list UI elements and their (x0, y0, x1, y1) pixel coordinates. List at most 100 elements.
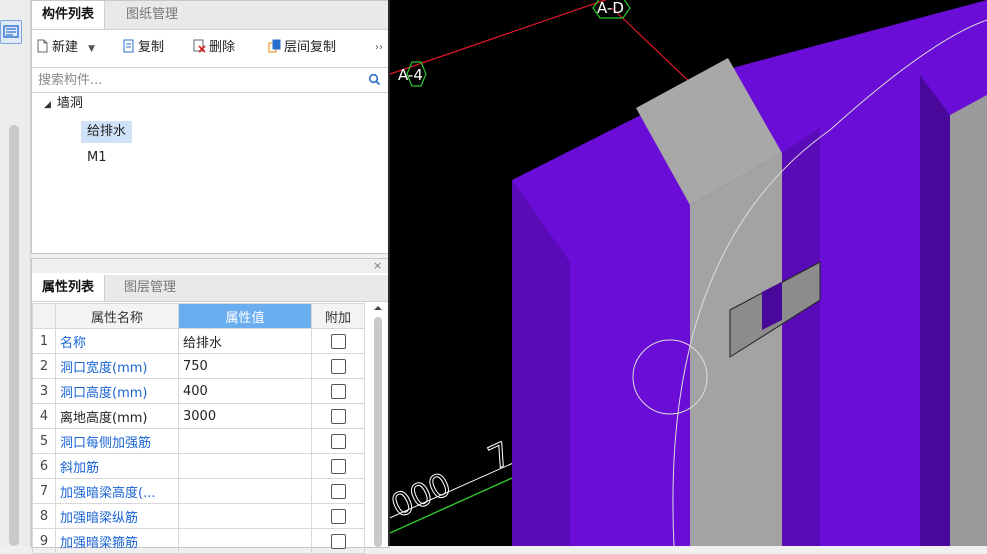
row-extra (311, 453, 365, 479)
panel-title-bar (32, 259, 389, 273)
table-row[interactable]: 3 洞口高度(mm) 400 (32, 378, 365, 404)
row-index: 3 (32, 378, 56, 404)
row-name: 洞口宽度(mm) (55, 353, 179, 379)
header-value: 属性值 (178, 303, 312, 329)
table-row[interactable]: 1 名称 给排水 (32, 328, 365, 354)
table-row[interactable]: 4 离地高度(mm) 3000 (32, 403, 365, 429)
row-name: 洞口每侧加强筋 (55, 428, 179, 454)
floor-copy-button[interactable]: 层间复制 (268, 38, 336, 58)
property-tabs: 属性列表 图层管理 (32, 275, 389, 302)
row-name: 加强暗梁纵筋 (55, 503, 179, 529)
search-icon[interactable] (368, 73, 381, 86)
axis-label-left: A-4 (398, 66, 423, 84)
model-canvas[interactable]: A-D A-4 000 7 (390, 0, 987, 546)
property-scrollbar[interactable] (372, 303, 384, 547)
copy-icon (123, 39, 134, 53)
row-value[interactable]: 给排水 (178, 328, 312, 354)
row-name: 名称 (55, 328, 179, 354)
left-scrollbar[interactable] (9, 125, 19, 546)
row-name: 离地高度(mm) (55, 403, 179, 429)
table-row[interactable]: 2 洞口宽度(mm) 750 (32, 353, 365, 379)
table-row[interactable]: 9 加强暗梁箍筋 (32, 528, 365, 554)
row-name: 洞口高度(mm) (55, 378, 179, 404)
more-button[interactable]: ›› (375, 38, 383, 58)
delete-button[interactable]: 删除 (193, 38, 235, 58)
row-index: 4 (32, 403, 56, 429)
table-row[interactable]: 8 加强暗梁纵筋 (32, 503, 365, 529)
tab-drawing-management[interactable]: 图纸管理 (116, 1, 188, 29)
extra-checkbox[interactable] (330, 533, 346, 549)
tab-property-list[interactable]: 属性列表 (32, 275, 106, 301)
header-name: 属性名称 (55, 303, 179, 329)
table-row[interactable]: 5 洞口每侧加强筋 (32, 428, 365, 454)
component-search (32, 67, 389, 93)
row-extra (311, 378, 365, 404)
left-toolbar (0, 0, 31, 546)
row-extra (311, 328, 365, 354)
row-index: 9 (32, 528, 56, 554)
row-index: 5 (32, 428, 56, 454)
row-extra (311, 403, 365, 429)
row-value[interactable] (178, 478, 312, 504)
row-extra (311, 478, 365, 504)
axis-label-top: A-D (597, 0, 624, 17)
extra-checkbox[interactable] (330, 483, 346, 499)
header-extra: 附加 (311, 303, 365, 329)
row-index: 7 (32, 478, 56, 504)
table-row[interactable]: 6 斜加筋 (32, 453, 365, 479)
component-toolbar: 新建 ▼ 复制 删除 层间复制 ›› (32, 30, 389, 66)
row-value[interactable]: 400 (178, 378, 312, 404)
header-index (32, 303, 56, 329)
extra-checkbox[interactable] (330, 383, 346, 399)
search-input[interactable] (36, 70, 360, 90)
table-row[interactable]: 7 加强暗梁高度(... (32, 478, 365, 504)
row-index: 2 (32, 353, 56, 379)
tree-item-selected[interactable]: 给排水 (81, 121, 133, 143)
extra-checkbox[interactable] (330, 333, 346, 349)
row-name: 加强暗梁箍筋 (55, 528, 179, 554)
new-button[interactable]: 新建 ▼ (36, 38, 95, 58)
row-index: 1 (32, 328, 56, 354)
tree-root-label: 墙洞 (56, 96, 83, 111)
property-panel: × 属性列表 图层管理 属性名称 属性值 附加 1 名称 给排水 2 洞口宽度(mm) 7… (31, 258, 390, 554)
row-index: 8 (32, 503, 56, 529)
extra-checkbox[interactable] (330, 408, 346, 424)
tab-component-list[interactable]: 构件列表 (32, 1, 106, 29)
row-extra (311, 503, 365, 529)
row-value[interactable]: 3000 (178, 403, 312, 429)
copy-button[interactable]: 复制 (122, 38, 164, 58)
row-name: 斜加筋 (55, 453, 179, 479)
tab-layer-management[interactable]: 图层管理 (114, 275, 186, 301)
scroll-up-icon (374, 306, 382, 310)
floor-copy-label: 层间复制 (284, 40, 337, 55)
row-value[interactable] (178, 428, 312, 454)
row-extra (311, 428, 365, 454)
floor-copy-icon (268, 39, 281, 53)
3d-viewport[interactable]: A-D A-4 000 7 (390, 0, 987, 546)
column-right-face (950, 95, 987, 546)
extra-checkbox[interactable] (330, 508, 346, 524)
row-name: 加强暗梁高度(... (55, 478, 179, 504)
row-extra (311, 528, 365, 554)
property-table: 属性名称 属性值 附加 1 名称 给排水 2 洞口宽度(mm) 750 3 洞口高度(mm) 4… (32, 303, 365, 554)
row-value[interactable] (178, 528, 312, 554)
component-list-panel: 构件列表 图纸管理 新建 ▼ 复制 删除 层间复制 ›› ◢ 墙洞 给排水 M1 (31, 0, 390, 254)
close-icon[interactable]: × (373, 259, 382, 273)
wall-right-segment (782, 128, 820, 546)
layout-icon[interactable] (0, 20, 22, 44)
extra-checkbox[interactable] (330, 433, 346, 449)
scroll-thumb (374, 317, 382, 547)
row-value[interactable]: 750 (178, 353, 312, 379)
tree-root[interactable]: ◢ 墙洞 (44, 93, 83, 115)
dimension-text-2: 7 (482, 434, 517, 477)
delete-label: 删除 (209, 40, 236, 55)
row-index: 6 (32, 453, 56, 479)
wall-far-face (920, 75, 950, 546)
row-value[interactable] (178, 453, 312, 479)
new-label: 新建 (52, 40, 79, 55)
extra-checkbox[interactable] (330, 358, 346, 374)
tree-item[interactable]: M1 (87, 147, 107, 169)
row-value[interactable] (178, 503, 312, 529)
delete-icon (193, 39, 206, 53)
extra-checkbox[interactable] (330, 458, 346, 474)
